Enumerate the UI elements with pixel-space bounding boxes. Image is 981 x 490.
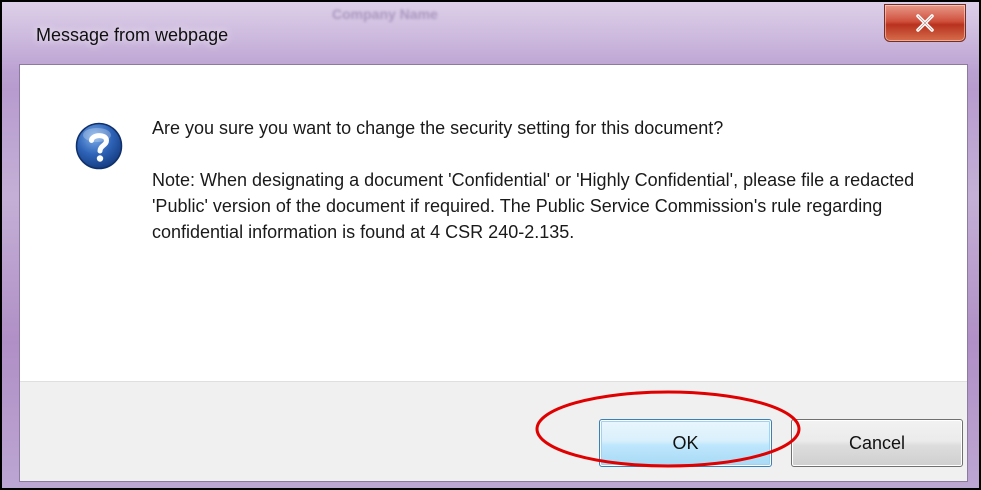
screenshot-border bbox=[0, 0, 981, 490]
